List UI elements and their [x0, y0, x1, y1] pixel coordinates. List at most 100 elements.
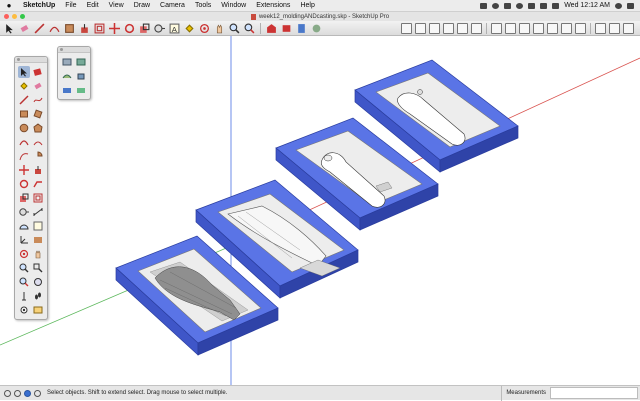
- xray-style-icon[interactable]: [491, 22, 502, 34]
- stamp-tool-icon[interactable]: [75, 70, 87, 82]
- follow-me-tool-icon[interactable]: [32, 178, 44, 190]
- display-section-cuts-icon[interactable]: [623, 22, 634, 34]
- back-edges-style-icon[interactable]: [505, 22, 516, 34]
- shaded-style-icon[interactable]: [547, 22, 558, 34]
- 3d-warehouse-icon[interactable]: [266, 23, 277, 34]
- right-view-icon[interactable]: [443, 22, 454, 34]
- axes-tool-icon[interactable]: [18, 234, 30, 246]
- rectangle-tool-icon[interactable]: [18, 108, 30, 120]
- menu-extensions[interactable]: Extensions: [251, 2, 295, 9]
- text-tool-icon[interactable]: A: [169, 23, 180, 34]
- menu-camera[interactable]: Camera: [155, 2, 190, 9]
- pan-tool-icon[interactable]: [214, 23, 225, 34]
- flip-edge-tool-icon[interactable]: [75, 84, 87, 96]
- menu-window[interactable]: Window: [216, 2, 251, 9]
- clock[interactable]: Wed 12:12 AM: [564, 2, 610, 9]
- line-tool-icon[interactable]: [34, 23, 45, 34]
- line-tool-icon[interactable]: [18, 94, 30, 106]
- smoove-tool-icon[interactable]: [61, 70, 73, 82]
- left-view-icon[interactable]: [471, 22, 482, 34]
- zoom-extents-tool-icon[interactable]: [18, 276, 30, 288]
- menu-app-name[interactable]: SketchUp: [18, 2, 60, 9]
- geo-location-icon[interactable]: [4, 389, 11, 397]
- iso-view-icon[interactable]: [401, 22, 412, 34]
- back-view-icon[interactable]: [457, 22, 468, 34]
- instructor-icon[interactable]: [34, 389, 41, 397]
- previous-view-icon[interactable]: [32, 276, 44, 288]
- rotated-rectangle-tool-icon[interactable]: [32, 108, 44, 120]
- circle-tool-icon[interactable]: [18, 122, 30, 134]
- zoom-extents-tool-icon[interactable]: [244, 23, 255, 34]
- dropbox-icon[interactable]: [480, 2, 488, 9]
- sandbox-from-scratch-icon[interactable]: [75, 56, 87, 68]
- menu-draw[interactable]: Draw: [129, 2, 155, 9]
- shaded-textures-style-icon[interactable]: [561, 22, 572, 34]
- select-tool-icon[interactable]: [4, 23, 15, 34]
- close-window-icon[interactable]: [4, 14, 9, 19]
- protractor-tool-icon[interactable]: [18, 220, 30, 232]
- push-pull-tool-icon[interactable]: [32, 164, 44, 176]
- extension-warehouse-icon[interactable]: [281, 23, 292, 34]
- model-viewport[interactable]: [0, 36, 640, 385]
- freehand-tool-icon[interactable]: [32, 94, 44, 106]
- move-tool-icon[interactable]: [18, 164, 30, 176]
- paint-bucket-tool-icon[interactable]: [184, 23, 195, 34]
- rotate-tool-icon[interactable]: [18, 178, 30, 190]
- look-around-tool-icon[interactable]: [18, 304, 30, 316]
- walk-tool-icon[interactable]: [32, 290, 44, 302]
- flag-icon[interactable]: [552, 2, 560, 9]
- menu-help[interactable]: Help: [295, 2, 319, 9]
- paint-bucket-tool-icon[interactable]: [18, 80, 30, 92]
- measurements-input[interactable]: [550, 387, 638, 399]
- scale-tool-icon[interactable]: [139, 23, 150, 34]
- drape-tool-icon[interactable]: [61, 84, 73, 96]
- eraser-tool-icon[interactable]: [19, 23, 30, 34]
- bluetooth-icon[interactable]: [504, 2, 512, 9]
- palette-close-icon[interactable]: [60, 48, 63, 51]
- tape-measure-tool-icon[interactable]: [154, 23, 165, 34]
- top-view-icon[interactable]: [415, 22, 426, 34]
- wifi-icon[interactable]: [516, 2, 524, 9]
- section-plane-icon[interactable]: [595, 22, 606, 34]
- minimize-window-icon[interactable]: [12, 14, 17, 19]
- notification-center-icon[interactable]: [627, 2, 634, 9]
- offset-tool-icon[interactable]: [94, 23, 105, 34]
- wireframe-style-icon[interactable]: [519, 22, 530, 34]
- orbit-tool-icon[interactable]: [18, 248, 30, 260]
- user-account-icon[interactable]: [24, 389, 31, 397]
- menu-edit[interactable]: Edit: [82, 2, 104, 9]
- zoom-window-icon[interactable]: [20, 14, 25, 19]
- extension-manager-icon[interactable]: [311, 23, 322, 34]
- make-component-icon[interactable]: [32, 66, 44, 78]
- polygon-tool-icon[interactable]: [32, 122, 44, 134]
- zoom-window-tool-icon[interactable]: [32, 262, 44, 274]
- shapes-tool-icon[interactable]: [64, 23, 75, 34]
- zoom-tool-icon[interactable]: [18, 262, 30, 274]
- pan-tool-icon[interactable]: [32, 248, 44, 260]
- send-to-layout-icon[interactable]: [296, 23, 307, 34]
- menu-tools[interactable]: Tools: [190, 2, 216, 9]
- menu-file[interactable]: File: [60, 2, 81, 9]
- push-pull-tool-icon[interactable]: [79, 23, 90, 34]
- select-tool-icon[interactable]: [18, 66, 30, 78]
- battery-icon[interactable]: [540, 2, 548, 9]
- dimension-tool-icon[interactable]: [32, 206, 44, 218]
- section-plane-tool-icon[interactable]: [32, 304, 44, 316]
- monochrome-style-icon[interactable]: [575, 22, 586, 34]
- palette-close-icon[interactable]: [17, 58, 20, 61]
- apple-menu-icon[interactable]: ●: [0, 1, 18, 10]
- arc-tool-icon[interactable]: [49, 23, 60, 34]
- text-tool-icon[interactable]: [32, 220, 44, 232]
- search-icon[interactable]: [615, 2, 622, 9]
- hidden-line-style-icon[interactable]: [533, 22, 544, 34]
- volume-icon[interactable]: [528, 2, 536, 9]
- front-view-icon[interactable]: [429, 22, 440, 34]
- timemachine-icon[interactable]: [492, 2, 500, 9]
- rotate-tool-icon[interactable]: [124, 23, 135, 34]
- display-section-planes-icon[interactable]: [609, 22, 620, 34]
- two-point-arc-tool-icon[interactable]: [32, 136, 44, 148]
- menu-view[interactable]: View: [104, 2, 129, 9]
- scale-tool-icon[interactable]: [18, 192, 30, 204]
- three-point-arc-tool-icon[interactable]: [18, 150, 30, 162]
- pie-tool-icon[interactable]: [32, 150, 44, 162]
